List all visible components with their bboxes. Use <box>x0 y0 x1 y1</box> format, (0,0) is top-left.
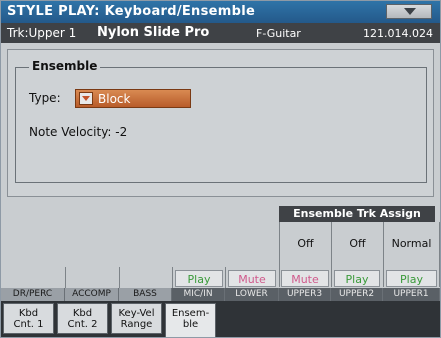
assign-value: Off <box>297 237 314 250</box>
note-velocity-value[interactable]: -2 <box>115 125 127 139</box>
tab-kbd-cnt-2[interactable]: Kbd Cnt. 2 <box>57 303 108 334</box>
tab-key-vel-range[interactable]: Key-Vel Range <box>111 303 162 334</box>
type-dropdown[interactable]: Block <box>75 89 191 108</box>
upper2-play-button[interactable]: Play <box>334 270 380 287</box>
tab-label-line2: Cnt. 1 <box>13 319 44 330</box>
screen: STYLE PLAY: Keyboard/Ensemble Trk:Upper … <box>0 0 441 338</box>
tab-label-line1: Key-Vel <box>118 308 155 319</box>
tab-label-line1: Kbd <box>18 308 39 319</box>
track-label-upper2: UPPER2 <box>331 288 383 301</box>
sound-category: F-Guitar <box>256 27 301 40</box>
ensemble-trk-assign-header: Ensemble Trk Assign <box>279 206 435 222</box>
track-label-accomp: ACCOMP <box>65 288 119 301</box>
track-label-bass: BASS <box>119 288 172 301</box>
sound-name[interactable]: Nylon Slide Pro <box>97 25 209 40</box>
title-bar: STYLE PLAY: Keyboard/Ensemble <box>1 1 440 23</box>
note-velocity: Note Velocity: -2 <box>29 125 127 139</box>
tab-label-line1: Ensem- <box>171 308 210 319</box>
upper3-mute-button[interactable]: Mute <box>281 270 329 287</box>
track-label-mic-in: MIC/IN <box>172 288 225 301</box>
program-number: 121.014.024 <box>363 27 433 40</box>
track-label-upper3: UPPER3 <box>279 288 331 301</box>
track-info-bar: Trk:Upper 1 Nylon Slide Pro F-Guitar 121… <box>1 23 440 43</box>
page-tabs: Kbd Cnt. 1 Kbd Cnt. 2 Key-Vel Range Ense… <box>1 301 440 337</box>
type-label: Type: <box>29 91 61 105</box>
track-divider <box>119 267 120 288</box>
tab-kbd-cnt-1[interactable]: Kbd Cnt. 1 <box>3 303 54 334</box>
track-name: Trk:Upper 1 <box>7 26 77 40</box>
track-divider <box>172 267 173 288</box>
tab-label-line2: Range <box>120 319 153 330</box>
track-labels-row: DR/PERC ACCOMP BASS MIC/IN LOWER UPPER3 … <box>1 288 440 301</box>
type-value: Block <box>98 92 131 106</box>
track-divider <box>65 267 66 288</box>
tab-ensemble[interactable]: Ensem- ble <box>165 303 216 337</box>
upper1-play-button[interactable]: Play <box>386 270 437 287</box>
note-velocity-label: Note Velocity: <box>29 125 112 139</box>
track-divider <box>225 267 226 288</box>
assign-value: Normal <box>391 237 432 250</box>
track-label-dr-perc: DR/PERC <box>1 288 65 301</box>
tab-label-line2: ble <box>182 319 199 330</box>
chevron-down-icon <box>79 92 93 105</box>
tab-label-line2: Cnt. 2 <box>67 319 98 330</box>
track-label-lower: LOWER <box>225 288 279 301</box>
track-label-upper1: UPPER1 <box>383 288 440 301</box>
tab-label-line1: Kbd <box>72 308 93 319</box>
assign-value: Off <box>349 237 366 250</box>
mic-in-play-button[interactable]: Play <box>175 270 223 287</box>
lower-mute-button[interactable]: Mute <box>228 270 276 287</box>
page-title: STYLE PLAY: Keyboard/Ensemble <box>7 4 256 19</box>
page-menu-button[interactable] <box>386 4 432 19</box>
ensemble-section-label: Ensemble <box>29 59 101 73</box>
